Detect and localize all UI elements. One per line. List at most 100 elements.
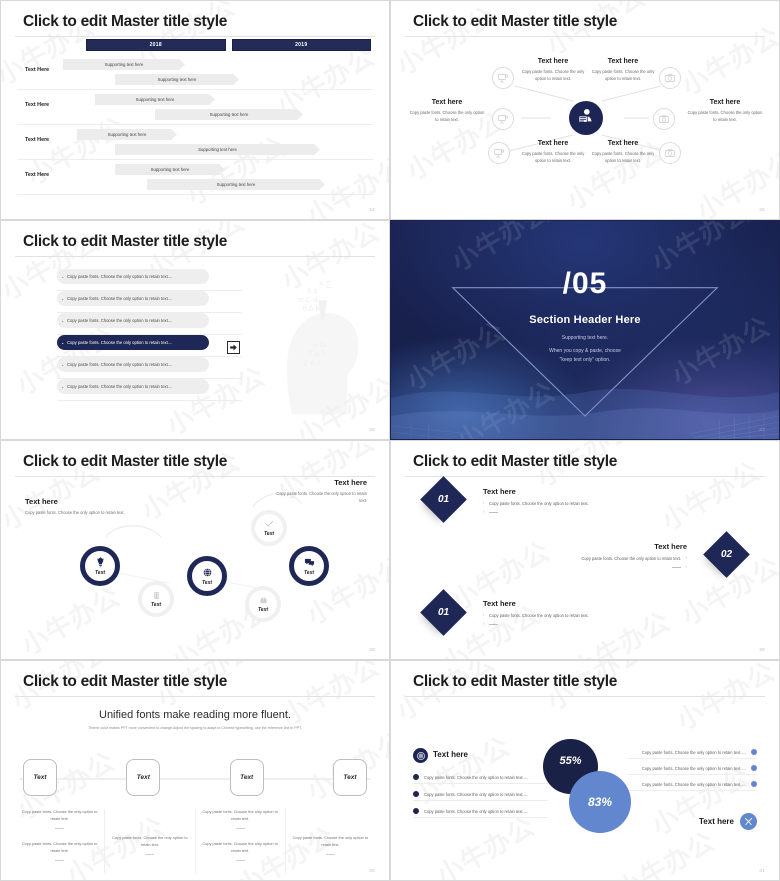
slide-grid: 小牛办公 小牛办公 小牛办公 小牛办公 小牛办公 小牛办公 Click to e… bbox=[0, 0, 780, 881]
node-icon-1[interactable] bbox=[492, 67, 514, 89]
row-text: Copy paste fonts. Choose the only option… bbox=[424, 791, 529, 797]
node-icon-2[interactable] bbox=[492, 108, 514, 130]
diamond-badge-1[interactable]: 01 bbox=[420, 476, 467, 523]
item-body: Copy paste fonts. Choose the only option… bbox=[409, 110, 485, 122]
svg-text:8 ∆ b: 8 ∆ b bbox=[303, 303, 320, 312]
text-column-4: Copy paste fonts. Choose the only option… bbox=[286, 809, 375, 873]
supporting-bar[interactable]: Supporting text here bbox=[115, 74, 239, 85]
lightbulb-icon bbox=[96, 556, 104, 567]
title-divider bbox=[15, 476, 375, 477]
pill-list: Copy paste fonts. Choose the only option… bbox=[57, 269, 209, 401]
hub-text-right: Text here Copy paste fonts. Choose the o… bbox=[687, 99, 763, 124]
pill-item[interactable]: Copy paste fonts. Choose the only option… bbox=[57, 269, 209, 284]
item-body: Copy paste fonts. Choose the only option… bbox=[687, 110, 763, 122]
mailbox-icon bbox=[260, 597, 266, 603]
diamond-badge-3[interactable]: 01 bbox=[420, 589, 467, 636]
column-dash bbox=[21, 825, 98, 832]
supporting-bar[interactable]: Supporting text here bbox=[155, 109, 303, 120]
bullet-dot bbox=[413, 791, 419, 797]
supporting-bar[interactable]: Supporting text here bbox=[115, 164, 225, 175]
page-title: Click to edit Master title style bbox=[23, 453, 228, 470]
left-row: Copy paste fonts. Choose the only option… bbox=[413, 808, 548, 818]
page-title: Click to edit Master title style bbox=[413, 673, 618, 690]
bullet-dot bbox=[413, 808, 419, 814]
text-box-3[interactable]: Text bbox=[229, 759, 264, 796]
svg-text:2 π 7: 2 π 7 bbox=[303, 359, 321, 368]
chat-icon bbox=[304, 558, 314, 566]
page-number: 29 bbox=[759, 647, 765, 652]
chain-node-5[interactable]: Text bbox=[289, 546, 329, 586]
item-heading: Text here bbox=[709, 99, 741, 106]
node-icon-5[interactable] bbox=[653, 108, 675, 130]
timeline-row: Text Here Supporting text here Supporting … bbox=[17, 160, 373, 195]
supporting-bar[interactable]: Supporting text here bbox=[63, 59, 185, 70]
column-paragraph: Copy paste fonts. Choose the only option… bbox=[21, 809, 98, 821]
slide-section-header[interactable]: 小牛办公 小牛办公 小牛办公 小牛办公 小牛办公 /05 Section Hea… bbox=[390, 220, 780, 440]
node-icon-4[interactable] bbox=[659, 67, 681, 89]
row-text: Copy paste fonts. Choose the only option… bbox=[641, 749, 746, 755]
building-icon bbox=[153, 591, 159, 599]
slide-circle-chain[interactable]: 小牛办公 小牛办公 小牛办公 小牛办公 小牛办公 小牛办公 Click to e… bbox=[0, 440, 390, 660]
page-number: 30 bbox=[369, 868, 375, 873]
column-dash bbox=[202, 825, 279, 832]
hub-center[interactable] bbox=[569, 101, 603, 135]
chain-node-6[interactable]: Text bbox=[251, 510, 287, 546]
pill-item[interactable]: Copy paste fonts. Choose the only option… bbox=[57, 313, 209, 328]
text-box-2[interactable]: Text bbox=[126, 759, 161, 796]
text-box-4[interactable]: Text bbox=[332, 759, 367, 796]
target-icon[interactable] bbox=[413, 748, 428, 763]
item-body: Copy paste fonts. Choose the only option… bbox=[591, 69, 655, 81]
chain-node-2[interactable]: Text bbox=[138, 581, 174, 617]
section-sub1: Supporting text here. bbox=[561, 335, 609, 341]
column-dash bbox=[111, 851, 188, 858]
presentation-icon bbox=[494, 149, 505, 158]
pill-item[interactable]: Copy paste fonts. Choose the only option… bbox=[57, 379, 209, 394]
supporting-bar[interactable]: Supporting text here bbox=[77, 129, 177, 140]
chain-node-3[interactable]: Text bbox=[187, 556, 227, 596]
diamond-badge-2[interactable]: 02 bbox=[703, 531, 750, 578]
node-icon-6[interactable] bbox=[659, 142, 681, 164]
caption-body: Copy paste fonts. Choose the only option… bbox=[25, 510, 125, 515]
headline: Unified fonts make reading more fluent. bbox=[99, 709, 291, 721]
pill-item[interactable]: Copy paste fonts. Choose the only option… bbox=[57, 291, 209, 306]
row-label: Text Here bbox=[25, 172, 50, 178]
column-paragraph: Copy paste fonts. Choose the only option… bbox=[112, 835, 188, 847]
percent-circle-light[interactable]: 83% bbox=[569, 771, 631, 833]
block-bullet-dash bbox=[483, 621, 643, 627]
title-divider bbox=[15, 256, 375, 257]
slide-timeline-table[interactable]: 小牛办公 小牛办公 小牛办公 小牛办公 小牛办公 小牛办公 Click to e… bbox=[0, 0, 390, 220]
caption-left: Text here Copy paste fonts. Choose the o… bbox=[25, 497, 130, 517]
page-title: Click to edit Master title style bbox=[23, 13, 228, 30]
arrow-right-icon[interactable] bbox=[227, 341, 240, 354]
node-icon-3[interactable] bbox=[488, 142, 510, 164]
pill-item[interactable]: Copy paste fonts. Choose the only option… bbox=[57, 357, 209, 372]
column-paragraph: Copy paste fonts. Choose the only option… bbox=[292, 835, 369, 847]
page-title: Click to edit Master title style bbox=[413, 13, 618, 30]
chain-node-1[interactable]: Text bbox=[80, 546, 120, 586]
timeline-row: Text Here Supporting text here Supporting … bbox=[17, 125, 373, 160]
timeline-rows: Text Here Supporting text here Supporting … bbox=[17, 55, 373, 195]
slide-percent-circles[interactable]: 小牛办公 小牛办公 小牛办公 小牛办公 小牛办公 小牛办公 小牛办公 Click… bbox=[390, 660, 780, 881]
supporting-bar[interactable]: Supporting text here bbox=[95, 94, 215, 105]
slide-pill-list[interactable]: 小牛办公 小牛办公 小牛办公 小牛办公 小牛办公 小牛办公 Click to e… bbox=[0, 220, 390, 440]
slide-unified-fonts[interactable]: 小牛办公 小牛办公 小牛办公 小牛办公 小牛办公 小牛办公 小牛办公 Click… bbox=[0, 660, 390, 881]
supporting-bar[interactable]: Supporting text here bbox=[115, 144, 320, 155]
year-header-row: 2018 2019 bbox=[25, 39, 371, 51]
person-laptop-icon bbox=[576, 106, 596, 131]
pill-item-active[interactable]: Copy paste fonts. Choose the only option… bbox=[57, 335, 209, 350]
slide-diamonds[interactable]: 小牛办公 小牛办公 小牛办公 小牛办公 小牛办公 小牛办公 Click to e… bbox=[390, 440, 780, 660]
page-number: 31 bbox=[759, 868, 765, 873]
title-divider bbox=[15, 36, 375, 37]
diamond-number: 01 bbox=[437, 494, 450, 505]
slide-hub-spoke[interactable]: 小牛办公 小牛办公 小牛办公 小牛办公 小牛办公 小牛办公 Click to e… bbox=[390, 0, 780, 220]
chain-node-4[interactable]: Text bbox=[245, 586, 281, 622]
supporting-bar[interactable]: Supporting text here bbox=[147, 179, 325, 190]
right-footer[interactable]: Text here bbox=[699, 813, 757, 830]
text-box-1[interactable]: Text bbox=[23, 759, 57, 796]
diamond-block-2: Text here Copy paste fonts. Choose the o… bbox=[507, 542, 687, 574]
item-heading: Text here bbox=[607, 58, 639, 65]
title-divider bbox=[405, 36, 765, 37]
row-label: Text Here bbox=[25, 137, 50, 143]
timeline-row: Text Here Supporting text here Supporting … bbox=[17, 90, 373, 125]
bullet-dot bbox=[413, 774, 419, 780]
